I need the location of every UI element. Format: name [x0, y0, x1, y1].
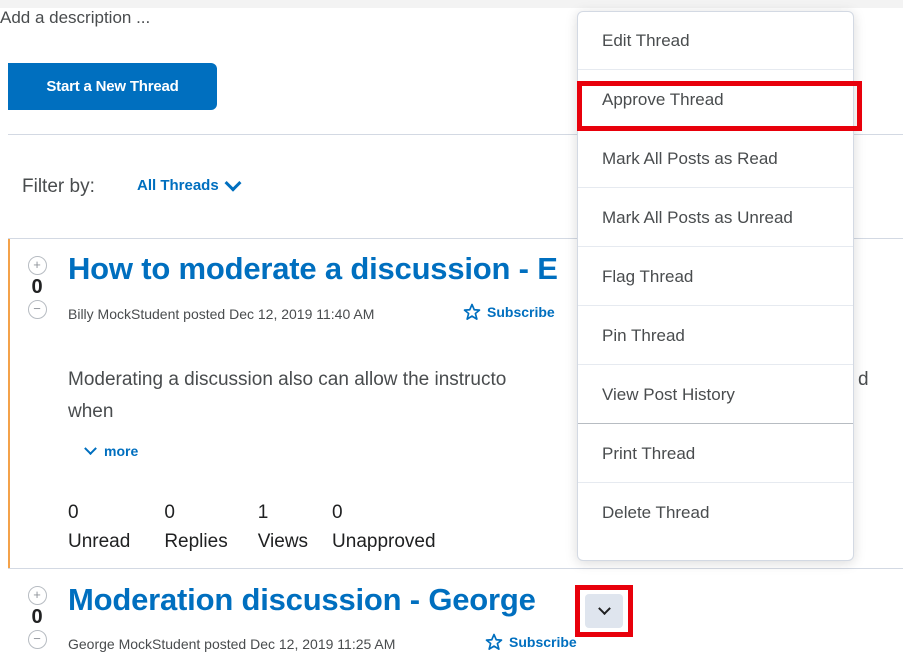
subscribe-link[interactable]: Subscribe: [463, 303, 555, 321]
thread-body-line1: Moderating a discussion also can allow t…: [68, 369, 507, 390]
subscribe-label: Subscribe: [509, 634, 577, 650]
menu-item-print-thread[interactable]: Print Thread: [578, 425, 853, 483]
menu-item-mark-unread[interactable]: Mark All Posts as Unread: [578, 189, 853, 247]
filter-value: All Threads: [137, 177, 219, 194]
vote-control: + 0 −: [26, 256, 48, 319]
menu-item-delete-thread[interactable]: Delete Thread: [578, 484, 853, 542]
thread-meta: Billy MockStudent posted Dec 12, 2019 11…: [68, 306, 375, 322]
stat-unread: 0 Unread: [68, 502, 131, 552]
description-field[interactable]: Add a description ...: [0, 8, 150, 28]
more-toggle[interactable]: more: [84, 441, 139, 459]
downvote-icon[interactable]: −: [27, 300, 47, 319]
vote-control: + 0 −: [26, 586, 48, 649]
chevron-down-icon: [597, 601, 611, 615]
thread-actions-inner: [585, 594, 623, 628]
subscribe-label: Subscribe: [487, 304, 555, 320]
stat-views: 1 Views: [257, 502, 309, 552]
approve-thread-highlight: [577, 81, 862, 131]
upvote-icon[interactable]: +: [27, 586, 47, 605]
thread-body-tail: d: [858, 369, 869, 390]
star-icon: [463, 303, 481, 320]
vote-count: 0: [31, 276, 43, 298]
thread-stats: 0 Unread 0 Replies 1 Views 0 Unapproved: [68, 498, 466, 556]
filter-dropdown[interactable]: All Threads: [137, 174, 242, 194]
unread-indicator: [8, 239, 10, 569]
menu-item-pin-thread[interactable]: Pin Thread: [578, 307, 853, 365]
subscribe-link[interactable]: Subscribe: [485, 633, 577, 651]
top-strip: [0, 0, 903, 8]
start-new-thread-button[interactable]: Start a New Thread: [8, 63, 217, 110]
thread-actions-button[interactable]: [575, 585, 633, 637]
stat-unapproved: 0 Unapproved: [332, 502, 436, 552]
chevron-down-icon: [224, 174, 242, 192]
more-label: more: [104, 443, 139, 459]
menu-item-edit-thread[interactable]: Edit Thread: [578, 12, 853, 70]
menu-item-mark-read[interactable]: Mark All Posts as Read: [578, 130, 853, 188]
divider: [8, 568, 903, 569]
chevron-down-icon: [84, 441, 97, 455]
upvote-icon[interactable]: +: [27, 256, 47, 275]
star-icon: [485, 633, 503, 650]
downvote-icon[interactable]: −: [27, 630, 47, 649]
vote-count: 0: [31, 606, 43, 628]
thread-title[interactable]: How to moderate a discussion - E: [68, 251, 558, 287]
thread-title[interactable]: Moderation discussion - George: [68, 582, 536, 618]
menu-item-view-post-history[interactable]: View Post History: [578, 366, 853, 424]
menu-item-flag-thread[interactable]: Flag Thread: [578, 248, 853, 306]
thread-body-line2: when: [68, 401, 114, 422]
stat-replies: 0 Replies: [164, 502, 228, 552]
filter-label: Filter by:: [22, 176, 95, 197]
